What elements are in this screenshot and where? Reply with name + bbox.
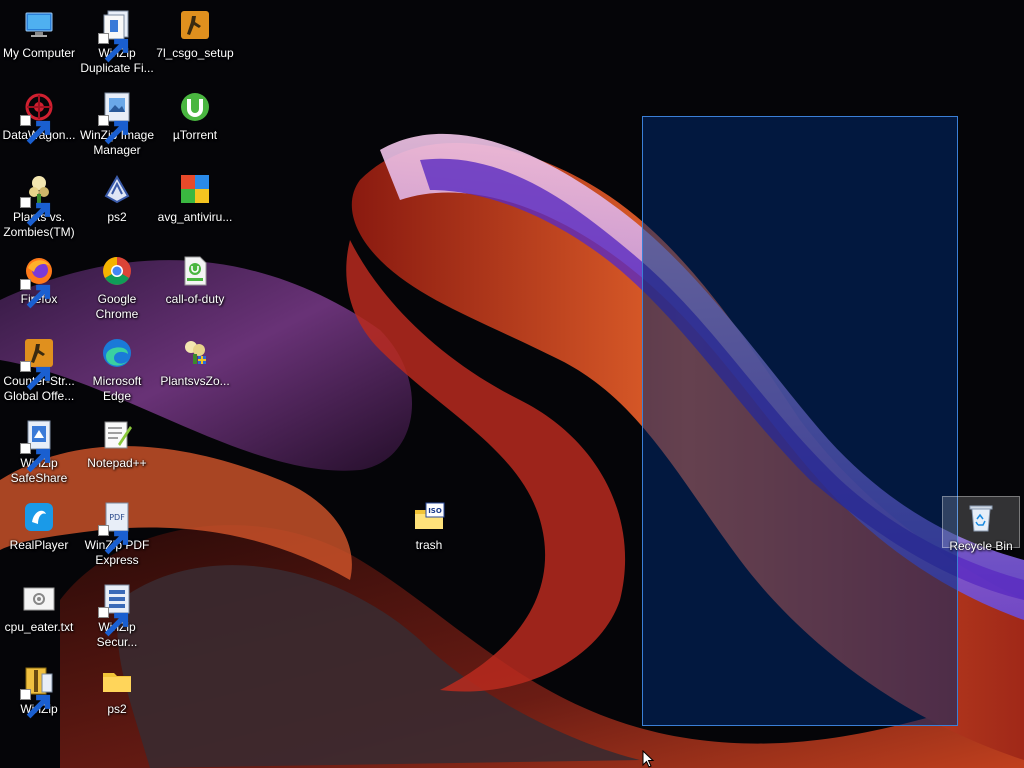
shortcut-arrow-icon — [20, 689, 51, 719]
utorrent-icon — [178, 90, 212, 124]
notepadpp-icon — [100, 418, 134, 452]
icon-label: Notepad++ — [87, 456, 147, 470]
csgo-icon — [178, 8, 212, 42]
datawagon-icon — [20, 90, 56, 145]
shortcut-arrow-icon — [98, 115, 129, 145]
icon-label: Recycle Bin — [949, 539, 1013, 553]
desktop-icon-winzip[interactable]: WinZip — [0, 660, 78, 740]
desktop-icon-utorrent[interactable]: µTorrent — [156, 86, 234, 166]
icon-label: PlantsvsZo... — [160, 374, 230, 388]
desktop-icon-plants-vs-zombies[interactable]: Plants vs. Zombies(TM) — [0, 168, 78, 248]
desktop-icon-winzip-duplicate[interactable]: WinZip Duplicate Fi... — [78, 4, 156, 84]
desktop-icon-microsoft-edge[interactable]: Microsoft Edge — [78, 332, 156, 412]
firefox-icon — [20, 254, 56, 309]
mouse-cursor-icon — [642, 750, 655, 768]
shortcut-arrow-icon — [20, 443, 51, 473]
desktop-icon-winzip-image-manager[interactable]: WinZip Image Manager — [78, 86, 156, 166]
chrome-icon — [100, 254, 134, 288]
icon-label: trash — [415, 538, 443, 552]
desktop-icon-firefox[interactable]: Firefox — [0, 250, 78, 330]
icon-label: Google Chrome — [95, 292, 139, 321]
csgo-icon — [20, 336, 56, 391]
text-file-icon — [22, 582, 56, 616]
icon-label: ps2 — [107, 210, 127, 224]
plants-icon — [20, 172, 56, 227]
edge-icon — [100, 336, 134, 370]
desktop-icon-plantsvszo[interactable]: PlantsvsZo... — [156, 332, 234, 412]
shortcut-arrow-icon — [98, 607, 129, 637]
icon-label: call-of-duty — [165, 292, 225, 306]
shortcut-arrow-icon — [20, 361, 51, 391]
winzip-icon — [98, 8, 134, 63]
avg-icon — [178, 172, 212, 206]
recycle-bin-icon — [964, 501, 998, 535]
desktop-icon-ps2-app[interactable]: ps2 — [78, 168, 156, 248]
winzip-icon — [98, 582, 134, 637]
svg-text:PDF: PDF — [109, 513, 125, 522]
desktop-icon-call-of-duty[interactable]: call-of-duty — [156, 250, 234, 330]
computer-icon — [22, 8, 56, 42]
ps2-icon — [100, 172, 134, 206]
desktop-icon-winzip-pdf-express[interactable]: PDF WinZip PDF Express — [78, 496, 156, 576]
shortcut-arrow-icon — [20, 279, 51, 309]
realplayer-icon — [22, 500, 56, 534]
icon-label: cpu_eater.txt — [4, 620, 74, 634]
desktop-icon-realplayer[interactable]: RealPlayer — [0, 496, 78, 576]
shortcut-arrow-icon — [20, 115, 51, 145]
shortcut-arrow-icon — [98, 525, 129, 555]
desktop-icon-recycle-bin[interactable]: Recycle Bin — [942, 496, 1020, 553]
desktop-icon-counter-strike[interactable]: Counter-Str... Global Offe... — [0, 332, 78, 412]
desktop-icon-ps2-folder[interactable]: ps2 — [78, 660, 156, 740]
icon-label: RealPlayer — [9, 538, 69, 552]
icon-label: Microsoft Edge — [92, 374, 142, 403]
svg-text:ISO: ISO — [428, 507, 442, 515]
desktop-icon-datawagon[interactable]: DataWagon... — [0, 86, 78, 166]
winzip-icon — [98, 90, 134, 145]
desktop-icon-my-computer[interactable]: My Computer — [0, 4, 78, 84]
desktop-icon-csgo-setup[interactable]: 7l_csgo_setup — [156, 4, 234, 84]
iso-folder-icon: ISO — [412, 500, 446, 534]
desktop-icon-winzip-safeshare[interactable]: WinZip SafeShare — [0, 414, 78, 494]
desktop-icon-avg-antivirus[interactable]: avg_antiviru... — [156, 168, 234, 248]
desktop-icon-cpu-eater[interactable]: cpu_eater.txt — [0, 578, 78, 658]
selection-rectangle — [642, 116, 958, 726]
icon-label: ps2 — [107, 702, 127, 716]
desktop-icon-winzip-secure[interactable]: WinZip Secur... — [78, 578, 156, 658]
icon-label: 7l_csgo_setup — [156, 46, 234, 60]
desktop-icon-google-chrome[interactable]: Google Chrome — [78, 250, 156, 330]
icon-label: µTorrent — [172, 128, 218, 142]
icon-label: My Computer — [2, 46, 76, 60]
winzip-icon — [20, 418, 56, 473]
folder-icon — [100, 664, 134, 698]
shortcut-arrow-icon — [98, 33, 129, 63]
icon-label: avg_antiviru... — [157, 210, 233, 224]
winzip-icon: PDF — [98, 500, 134, 555]
shortcut-arrow-icon — [20, 197, 51, 227]
plants-icon — [178, 336, 212, 370]
desktop-icon-trash[interactable]: ISO trash — [390, 496, 468, 576]
torrent-file-icon — [178, 254, 212, 288]
winzip-icon — [20, 664, 56, 719]
desktop-icon-notepadpp[interactable]: Notepad++ — [78, 414, 156, 494]
